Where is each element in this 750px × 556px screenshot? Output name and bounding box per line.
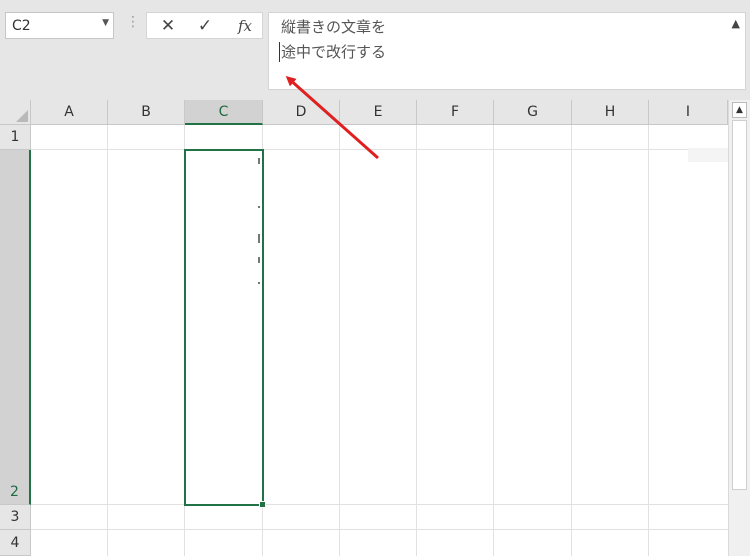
grid-line <box>493 125 494 556</box>
name-box[interactable]: C2 ▼ <box>5 12 114 39</box>
column-header-c[interactable]: C <box>185 100 263 125</box>
select-all-triangle-icon <box>16 110 28 122</box>
fill-handle[interactable] <box>259 501 266 508</box>
formula-line-2: 途中で改行する <box>281 43 387 61</box>
vertical-text-fragment <box>258 257 260 263</box>
text-cursor <box>279 42 280 62</box>
row-headers: 1 2 3 4 <box>0 125 31 556</box>
cell-area[interactable] <box>31 125 728 556</box>
grid-line <box>416 125 417 556</box>
column-header-g[interactable]: G <box>494 100 572 125</box>
column-header-h[interactable]: H <box>572 100 649 125</box>
column-header-a[interactable]: A <box>31 100 108 125</box>
grid-line <box>31 149 728 150</box>
grid-line <box>107 125 108 556</box>
collapse-formula-bar-icon[interactable]: ▲ <box>732 17 740 30</box>
column-header-d[interactable]: D <box>263 100 340 125</box>
column-header-f[interactable]: F <box>417 100 494 125</box>
enter-icon[interactable]: ✓ <box>187 13 223 38</box>
vertical-scrollbar[interactable]: ▲ <box>728 100 750 556</box>
drag-handle-icon[interactable]: ⋮ <box>126 14 140 30</box>
vertical-text-fragment <box>258 158 260 164</box>
formula-line-1: 縦書きの文章を <box>281 18 387 36</box>
name-box-value: C2 <box>12 18 31 34</box>
column-header-b[interactable]: B <box>108 100 185 125</box>
chevron-down-icon[interactable]: ▼ <box>102 18 109 28</box>
row-header-3[interactable]: 3 <box>0 505 31 530</box>
cancel-icon[interactable]: ✕ <box>150 13 186 38</box>
row-header-2[interactable]: 2 <box>0 150 31 505</box>
column-header-i[interactable]: I <box>649 100 728 125</box>
scroll-up-icon[interactable]: ▲ <box>732 102 747 118</box>
grid-line <box>648 125 649 556</box>
row-header-4[interactable]: 4 <box>0 530 31 556</box>
faded-overlay <box>688 148 728 162</box>
grid-line <box>339 125 340 556</box>
insert-function-icon[interactable]: fx <box>227 13 263 38</box>
column-header-e[interactable]: E <box>340 100 417 125</box>
select-all-button[interactable] <box>0 100 31 125</box>
formula-bar-input[interactable]: 縦書きの文章を 途中で改行する ▲ <box>268 12 746 90</box>
vertical-text-fragment <box>258 206 260 208</box>
row-header-1[interactable]: 1 <box>0 125 31 150</box>
column-headers: A B C D E F G H I <box>31 100 728 125</box>
grid-line <box>31 529 728 530</box>
worksheet-grid: A B C D E F G H I 1 2 3 4 ▲ <box>0 100 750 556</box>
grid-line <box>31 504 728 505</box>
formula-buttons: ✕ ✓ fx <box>146 12 263 39</box>
vertical-text-fragment <box>258 282 260 284</box>
scroll-thumb[interactable] <box>732 120 747 490</box>
vertical-text-fragment <box>258 234 260 243</box>
grid-line <box>571 125 572 556</box>
formula-toolbar: C2 ▼ ⋮ ✕ ✓ fx 縦書きの文章を 途中で改行する ▲ <box>0 0 750 100</box>
active-cell-c2[interactable] <box>184 149 266 508</box>
